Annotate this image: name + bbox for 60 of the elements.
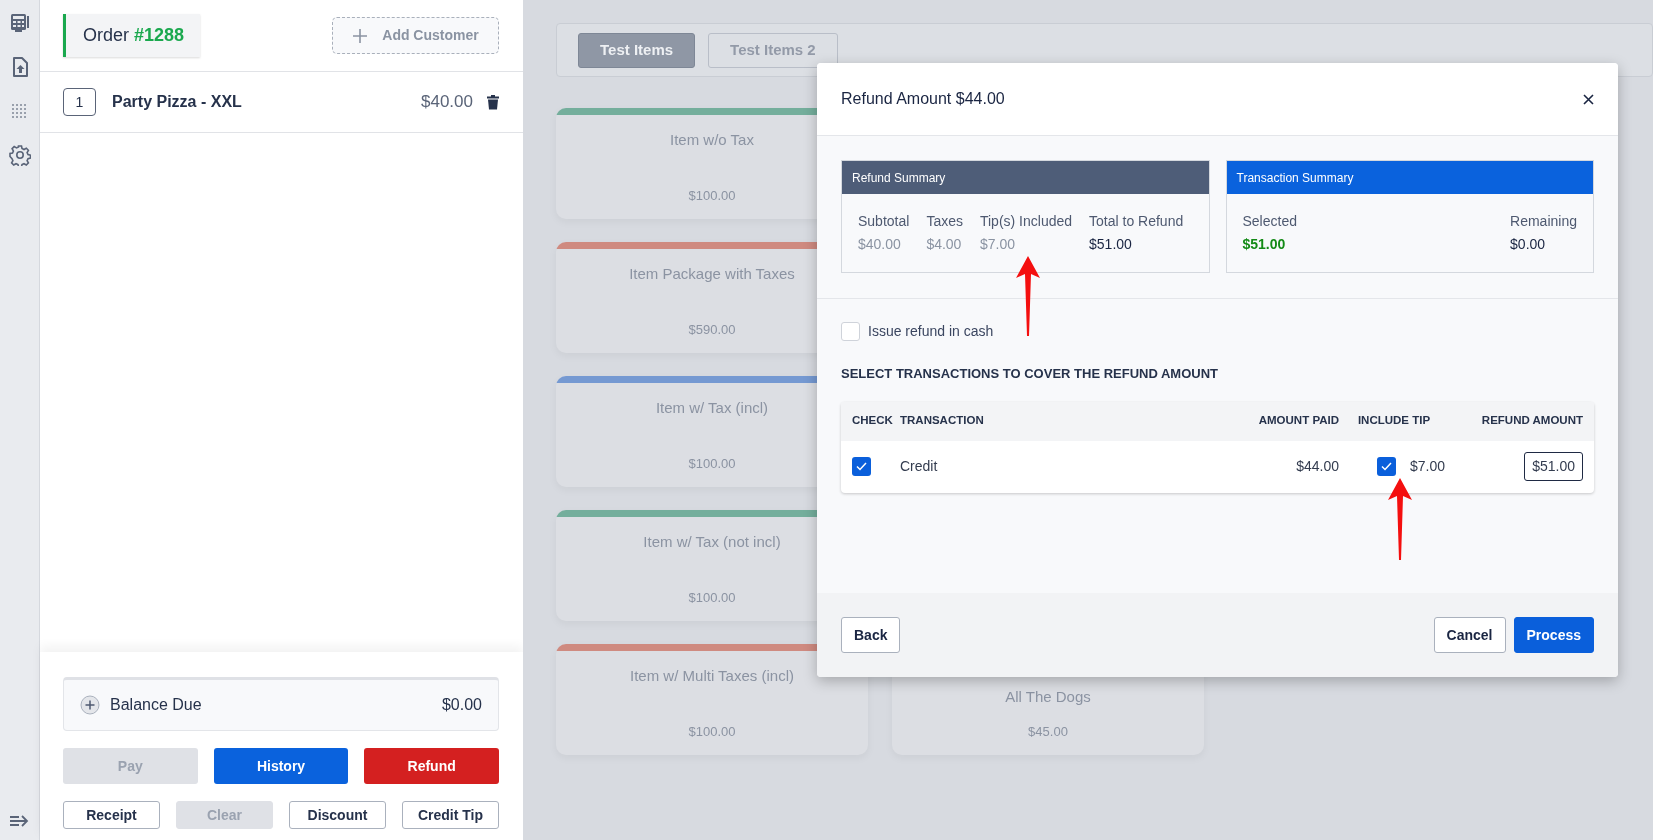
product-name: Item w/ Tax (incl) <box>655 398 769 418</box>
balance-amount: $0.00 <box>441 695 482 715</box>
summary-label: Taxes <box>926 212 963 231</box>
checkbox-label: Issue refund in cash <box>868 322 994 341</box>
product-price: $45.00 <box>1028 722 1068 741</box>
summary-value: $0.00 <box>1510 235 1547 254</box>
action-button[interactable]: Discount <box>289 801 386 829</box>
summary-value: $4.00 <box>926 235 963 254</box>
table-cell-text: $44.00 <box>1296 457 1339 476</box>
checkbox[interactable] <box>1377 457 1396 476</box>
balance-label: Balance Due <box>110 695 203 715</box>
action-button[interactable]: Credit Tip <box>402 801 499 829</box>
product-price: $100.00 <box>688 454 736 473</box>
product-name: Item Package with Taxes <box>629 264 795 284</box>
summary-header: Refund Summary <box>842 161 1209 194</box>
table-cell-text: $7.00 <box>1410 457 1446 476</box>
check-icon <box>856 462 867 471</box>
product-price: $100.00 <box>688 186 736 205</box>
summary-label: Tip(s) Included <box>979 212 1073 231</box>
summary-value: $7.00 <box>979 235 1016 254</box>
table-cell-text: Credit <box>900 457 939 476</box>
product-price: $590.00 <box>688 320 736 339</box>
item-name: Party Pizza - XXL <box>112 92 243 112</box>
summary-label: Remaining <box>1510 212 1577 231</box>
product-price: $100.00 <box>688 722 736 741</box>
checkbox[interactable] <box>852 457 871 476</box>
column-header: REFUND AMOUNT <box>1481 413 1583 429</box>
add-customer-button[interactable]: Add Customer <box>332 17 499 54</box>
product-price: $100.00 <box>688 588 736 607</box>
summary-value: $51.00 <box>1089 235 1133 254</box>
dialog-title: Refund Amount $44.00 <box>841 89 1005 109</box>
plus-icon <box>352 27 369 44</box>
quantity-box[interactable]: 1 <box>63 88 96 116</box>
summary-label: Selected <box>1242 212 1297 231</box>
summary-header: Transaction Summary <box>1226 161 1593 194</box>
order-tab[interactable]: Order #1288 <box>63 14 201 57</box>
product-name: Item w/o Tax <box>670 130 754 150</box>
register-icon[interactable] <box>8 12 31 34</box>
action-button[interactable]: Receipt <box>63 801 160 829</box>
checkbox[interactable] <box>841 322 860 341</box>
trash-icon[interactable] <box>487 94 499 110</box>
summary-label: Total to Refund <box>1089 212 1184 231</box>
item-price: $40.00 <box>421 91 473 114</box>
column-header: TRANSACTION <box>900 413 985 429</box>
close-icon[interactable] <box>1583 93 1594 105</box>
refund-amount-field[interactable]: $51.00 <box>1524 452 1583 481</box>
product-name: Item w/ Multi Taxes (incl) <box>630 666 794 686</box>
summary-value: $51.00 <box>1242 235 1287 254</box>
check-icon <box>1381 462 1392 471</box>
expand-plus-icon[interactable] <box>80 695 100 715</box>
settings-icon[interactable] <box>8 144 31 166</box>
column-header: AMOUNT PAID <box>1258 413 1339 429</box>
action-button[interactable]: Refund <box>364 748 499 784</box>
dialog-button[interactable]: Process <box>1513 617 1594 653</box>
back-button[interactable]: Back <box>841 617 901 653</box>
dialog-button[interactable]: Cancel <box>1433 617 1506 653</box>
product-name: All The Dogs <box>1005 687 1091 707</box>
action-button[interactable]: History <box>213 748 349 784</box>
column-header: INCLUDE TIP <box>1357 413 1431 429</box>
product-name: Item w/ Tax (not incl) <box>643 532 781 552</box>
